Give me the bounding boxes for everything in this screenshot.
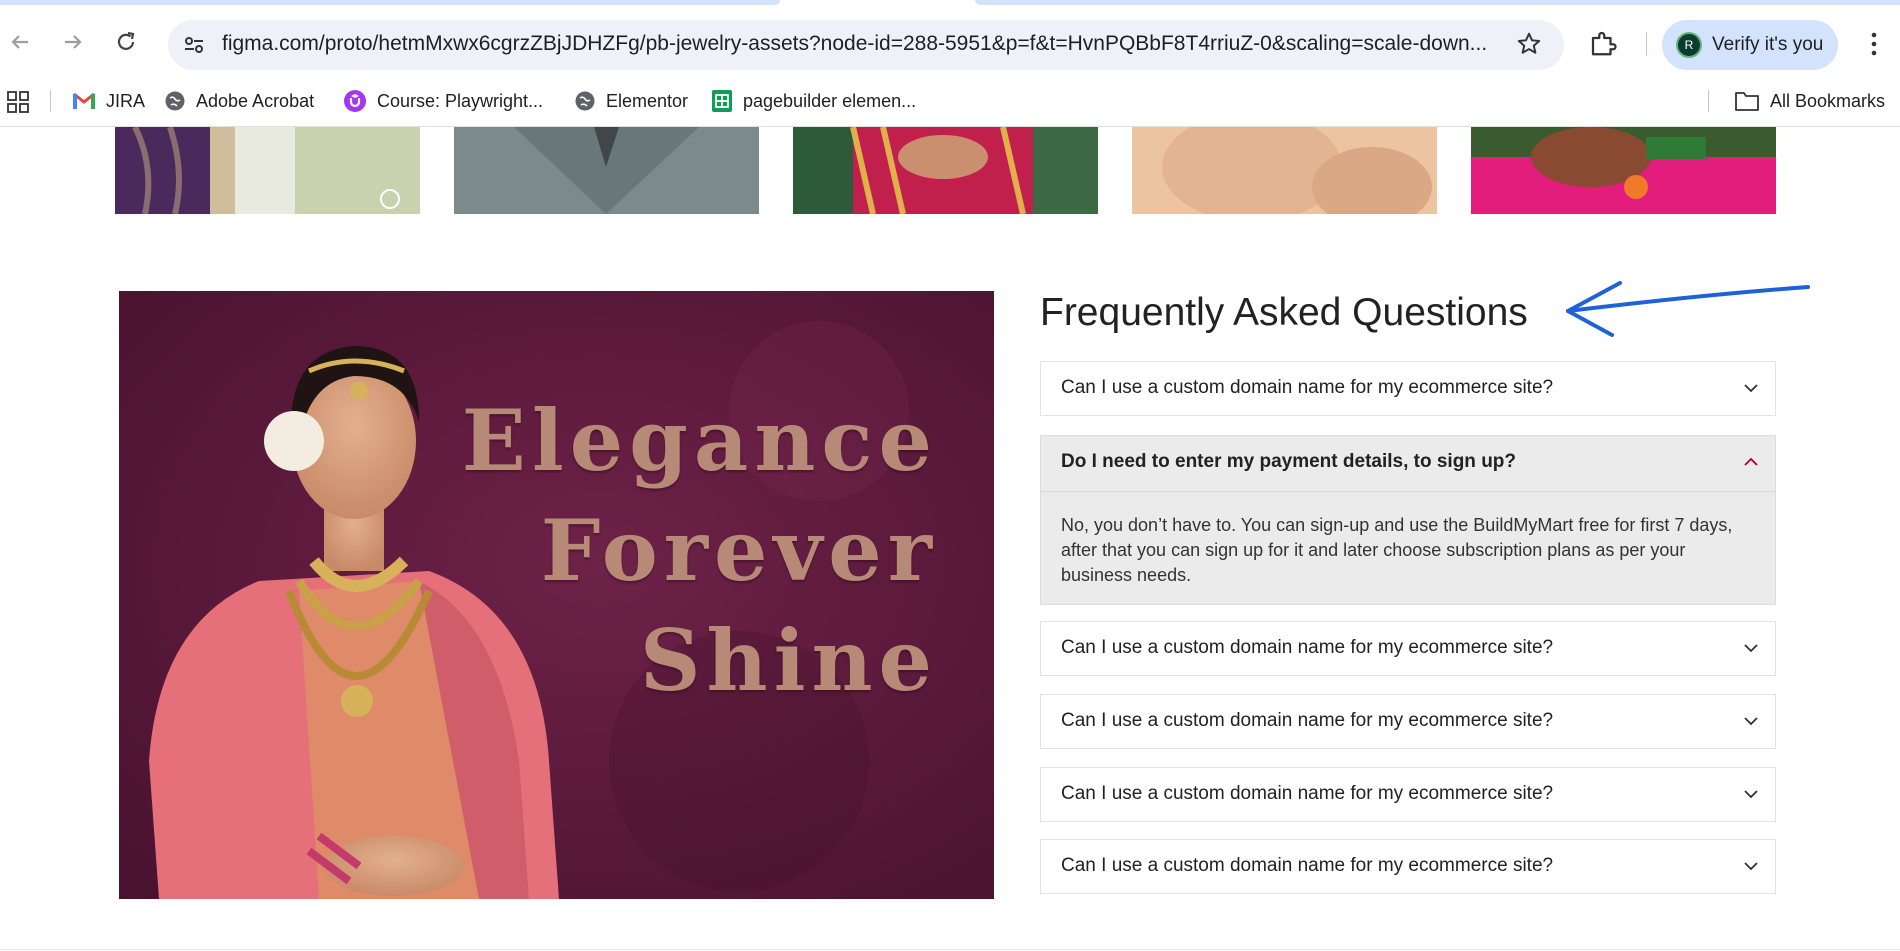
bookmark-label: pagebuilder elemen...: [743, 90, 917, 111]
bookmark-jira[interactable]: JIRA: [72, 86, 145, 116]
chevron-down-icon: [1744, 644, 1758, 653]
tab-inactive[interactable]: [975, 0, 1900, 5]
udemy-icon: [344, 90, 366, 112]
more-menu-icon[interactable]: [1862, 30, 1886, 58]
profile-avatar: R: [1676, 32, 1702, 58]
gallery-image[interactable]: [1132, 127, 1437, 227]
sheets-icon: [712, 90, 732, 112]
chevron-down-icon: [1744, 790, 1758, 799]
faq-item[interactable]: Can I use a custom domain name for my ec…: [1040, 621, 1776, 676]
gallery-image-art: [793, 127, 1098, 215]
folder-icon: [1735, 92, 1759, 111]
globe-icon: [165, 91, 185, 111]
gallery-image-art: [454, 127, 759, 214]
reload-button[interactable]: [108, 24, 144, 60]
verify-label: Verify it's you: [1712, 34, 1824, 55]
hero-banner: Elegance Forever Shine: [119, 291, 994, 899]
tab-active[interactable]: [0, 0, 780, 5]
gallery-image-art: [1132, 127, 1437, 227]
bookmark-label: Elementor: [606, 90, 689, 111]
gallery-image-art: [1471, 127, 1776, 214]
bookmark-label: Course: Playwright...: [377, 90, 544, 111]
bookmark-course-playwright[interactable]: Course: Playwright...: [343, 86, 543, 116]
bookmark-adobe-acrobat[interactable]: Adobe Acrobat: [164, 86, 314, 116]
forward-button[interactable]: [55, 24, 91, 60]
bookmark-label: JIRA: [106, 90, 146, 111]
gallery-image[interactable]: [793, 127, 1098, 215]
chevron-down-icon: [1744, 384, 1758, 393]
chevron-down-icon: [1744, 862, 1758, 871]
chevron-down-icon: [1744, 717, 1758, 726]
globe-icon: [575, 91, 595, 111]
browser-toolbar: figma.com/proto/hetmMxwx6cgrzZBjJDHZFg/p…: [0, 6, 1900, 76]
bookmark-star-icon[interactable]: [1516, 31, 1542, 57]
hero-line-2: Forever: [540, 501, 938, 600]
faq-item[interactable]: Can I use a custom domain name for my ec…: [1040, 361, 1776, 416]
gmail-icon: [73, 92, 95, 109]
all-bookmarks-button[interactable]: All Bookmarks: [1734, 86, 1885, 116]
bookmark-pagebuilder[interactable]: pagebuilder elemen...: [711, 86, 916, 116]
annotation-arrow-icon: [1566, 281, 1810, 337]
faq-question: Do I need to enter my payment details, t…: [1061, 451, 1517, 472]
faq-answer: No, you don’t have to. You can sign-up a…: [1061, 515, 1733, 585]
faq-question: Can I use a custom domain name for my ec…: [1061, 377, 1554, 398]
reload-icon: [117, 31, 135, 50]
address-bar[interactable]: figma.com/proto/hetmMxwx6cgrzZBjJDHZFg/p…: [168, 20, 1564, 70]
apps-grid-icon[interactable]: [6, 90, 30, 114]
faq-heading: Frequently Asked Questions: [1040, 291, 1528, 334]
bookmark-elementor[interactable]: Elementor: [574, 86, 688, 116]
section-divider: [0, 949, 1900, 950]
gallery-image[interactable]: [454, 127, 759, 214]
gallery-image[interactable]: [115, 127, 420, 215]
url-text[interactable]: figma.com/proto/hetmMxwx6cgrzZBjJDHZFg/p…: [222, 32, 1492, 56]
back-button[interactable]: [2, 24, 38, 60]
bookmarks-divider: [1708, 90, 1709, 112]
faq-divider: [1041, 491, 1775, 492]
chevron-up-icon: [1744, 457, 1758, 466]
faq-item[interactable]: Can I use a custom domain name for my ec…: [1040, 767, 1776, 822]
bookmarks-bar: JIRA Adobe Acrobat Course: Playwright...…: [0, 76, 1900, 127]
gallery-image-art: [115, 127, 420, 215]
forward-arrow-icon: [65, 35, 82, 49]
faq-item[interactable]: Can I use a custom domain name for my ec…: [1040, 694, 1776, 749]
bookmarks-divider: [50, 90, 51, 112]
site-settings-icon[interactable]: [182, 33, 206, 57]
faq-question: Can I use a custom domain name for my ec…: [1061, 783, 1554, 804]
bookmark-label: Adobe Acrobat: [196, 90, 315, 111]
faq-item-expanded[interactable]: Do I need to enter my payment details, t…: [1040, 435, 1776, 605]
gallery-image[interactable]: [1471, 127, 1776, 214]
faq-question: Can I use a custom domain name for my ec…: [1061, 710, 1554, 731]
faq-question: Can I use a custom domain name for my ec…: [1061, 637, 1554, 658]
faq-question: Can I use a custom domain name for my ec…: [1061, 855, 1554, 876]
hero-line-1: Elegance: [461, 391, 938, 490]
toolbar-divider: [1646, 32, 1647, 56]
extensions-icon[interactable]: [1588, 28, 1618, 58]
back-arrow-icon: [11, 35, 28, 49]
verify-profile-button[interactable]: R Verify it's you: [1662, 20, 1838, 70]
page-content: Elegance Forever Shine Frequently Asked …: [0, 127, 1900, 951]
faq-item[interactable]: Can I use a custom domain name for my ec…: [1040, 839, 1776, 894]
all-bookmarks-label: All Bookmarks: [1770, 90, 1886, 111]
hero-line-3: Shine: [639, 611, 938, 710]
